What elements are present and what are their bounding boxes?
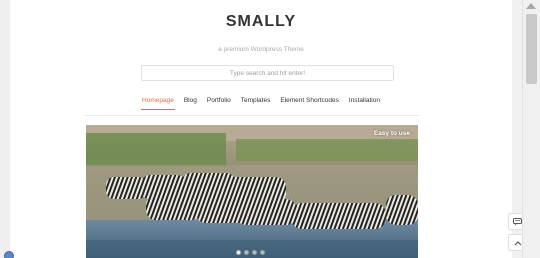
site-title[interactable]: SMALLY: [0, 13, 522, 31]
page-left-margin: [0, 0, 10, 258]
nav-item-installation[interactable]: Installation: [349, 97, 380, 110]
hero-slider[interactable]: Easy to use: [86, 125, 418, 258]
nav-item-portfolio[interactable]: Portfolio: [207, 97, 231, 110]
nav-divider: [85, 115, 419, 116]
chevron-up-icon: [514, 240, 521, 245]
slider-dot-3[interactable]: [252, 250, 257, 255]
comment-icon: [513, 217, 522, 225]
nav-item-homepage[interactable]: Homepage: [141, 97, 175, 110]
slider-dot-1[interactable]: [236, 250, 241, 255]
search-input[interactable]: [141, 65, 394, 81]
slider-dot-2[interactable]: [244, 250, 249, 255]
slider-dot-4[interactable]: [260, 250, 265, 255]
vertical-scrollbar[interactable]: [522, 0, 540, 258]
slide-image-zebras: [86, 125, 418, 258]
corner-badge-icon[interactable]: [4, 251, 14, 258]
nav-item-blog[interactable]: Blog: [184, 97, 197, 110]
site-tagline: a premium Wordpress Theme: [218, 46, 304, 53]
slide-caption: Easy to use: [373, 130, 410, 137]
nav-item-element-shortcodes[interactable]: Element Shortcodes: [280, 97, 339, 110]
nav-item-templates[interactable]: Templates: [241, 97, 271, 110]
main-navigation: Homepage Blog Portfolio Templates Elemen…: [0, 97, 522, 110]
slider-pagination: [236, 250, 265, 255]
scroll-up-arrow-icon[interactable]: [526, 3, 536, 9]
scroll-thumb[interactable]: [526, 14, 537, 84]
